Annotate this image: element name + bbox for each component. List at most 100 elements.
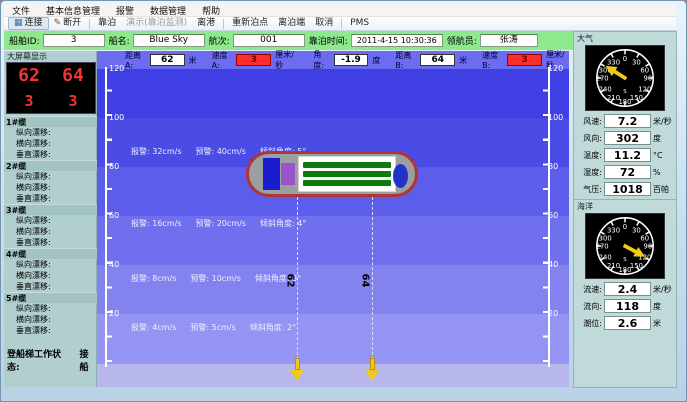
menu-data[interactable]: 数据管理 <box>142 4 194 17</box>
axis-tick: 100 <box>109 113 124 122</box>
pressure-row: 气压: 1018 百帕 <box>575 182 675 196</box>
sensor-arrow-b <box>370 358 375 370</box>
toolbar-separator <box>223 19 224 29</box>
svg-text:90: 90 <box>643 74 652 82</box>
berth-time-label: 靠泊时间: <box>309 34 348 47</box>
wind-compass-gauge: 0 30 60 90 120 150 180 210 240 270 300 3… <box>585 45 665 111</box>
wind-speed-label: 风速: <box>575 116 602 127</box>
axis-tick: 80 <box>548 162 558 171</box>
pms-button[interactable]: PMS <box>345 17 374 30</box>
measure-line-b <box>372 197 373 365</box>
speed-a-label: 速度A: <box>212 50 233 70</box>
dist-b-label: 距离B: <box>395 50 416 70</box>
unberth-end-button[interactable]: 离泊端 <box>273 17 310 30</box>
wind-dir-row: 风向: 302 度 <box>575 131 675 145</box>
measure-line-a <box>297 197 298 365</box>
hold-stripe <box>303 180 391 186</box>
mooring-group-4-header: 4#缆 <box>4 248 97 259</box>
led-distance-a: 62 <box>18 65 40 86</box>
big-display-title: 大屏幕显示 <box>4 51 96 61</box>
toolbar: ▦ 连接 ✎ 断开 靠泊 演示(靠泊监测) 离港 重新泊点 离泊端 取消 PMS <box>4 16 676 31</box>
temperature-label: 温度: <box>575 150 602 161</box>
disconnect-button[interactable]: ✎ 断开 <box>49 17 87 30</box>
svg-text:S: S <box>623 89 627 95</box>
svg-text:150: 150 <box>630 262 643 270</box>
temperature-row: 温度: 11.2 °C <box>575 148 675 162</box>
berth-time-input[interactable]: 2011-4-15 10:30:36 <box>351 34 443 47</box>
ship-info-bar: 船舶ID: 3 船名: Blue Sky 航次: 001 靠泊时间: 2011-… <box>4 31 576 50</box>
pilot-input[interactable]: 张涛 <box>480 34 538 47</box>
disconnect-label: 断开 <box>63 17 81 30</box>
svg-text:270: 270 <box>596 74 609 82</box>
svg-text:120: 120 <box>638 86 651 94</box>
menu-help[interactable]: 帮助 <box>194 4 228 17</box>
ship-name-label: 船名: <box>109 34 130 47</box>
dist-a-value: 62 <box>150 54 185 66</box>
dist-b-value: 64 <box>420 54 455 66</box>
sensor-arrow-a <box>295 358 300 370</box>
ship-bridge <box>263 158 280 190</box>
mooring-group-3-header: 3#缆 <box>4 204 97 215</box>
toolbar-separator <box>89 19 90 29</box>
axis-tick: 60 <box>109 211 119 220</box>
alarm-thresholds-row: 报警: 16cm/s 预警: 20cm/s 倾斜角度: 4° <box>131 218 306 229</box>
demo-monitor-button[interactable]: 演示(靠泊监测) <box>121 17 192 30</box>
cancel-button[interactable]: 取消 <box>310 17 338 30</box>
svg-text:60: 60 <box>640 235 649 243</box>
warn-value: 预警: 10cm/s <box>190 273 240 284</box>
speed-a-value: 3 <box>236 54 271 66</box>
axis-tick: 60 <box>548 211 558 220</box>
svg-text:180: 180 <box>618 266 631 274</box>
axis-tick: 120 <box>548 64 563 73</box>
mooring-group-5-header: 5#缆 <box>4 292 97 303</box>
warn-value: 预警: 5cm/s <box>190 322 235 333</box>
berth-button[interactable]: 靠泊 <box>93 17 121 30</box>
gangway-status-row: 登船梯工作状态: 接船 <box>4 347 97 373</box>
svg-text:S: S <box>623 257 627 263</box>
current-dir-row: 流向: 118 度 <box>575 299 675 313</box>
gangway-status-label: 登船梯工作状态: <box>7 347 72 373</box>
svg-text:0: 0 <box>623 55 627 63</box>
tide-level-row: 潮位: 2.6 米 <box>575 316 675 330</box>
drift-row: 纵向漂移: <box>4 259 97 270</box>
drift-row: 纵向漂移: <box>4 171 97 182</box>
hold-stripe <box>303 171 391 177</box>
menu-alarm[interactable]: 报警 <box>108 4 142 17</box>
alarm-value: 报警: 32cm/s <box>131 146 181 157</box>
humidity-value: 72 <box>604 165 651 179</box>
marker-b-label: 64 <box>359 274 370 288</box>
drift-row: 纵向漂移: <box>4 215 97 226</box>
ship-graphic <box>246 151 418 197</box>
marker-a-label: 62 <box>284 274 295 288</box>
axis-tick: 80 <box>109 162 119 171</box>
sensor-arrow-b-head <box>365 370 379 381</box>
chart-band <box>97 69 569 118</box>
ship-name-input[interactable]: Blue Sky <box>133 34 205 47</box>
reset-berth-point-button[interactable]: 重新泊点 <box>227 17 273 30</box>
drift-row: 横向漂移: <box>4 138 97 149</box>
pressure-unit: 百帕 <box>653 184 675 195</box>
toolbar-separator <box>341 19 342 29</box>
speed-a-unit: 厘米/秒 <box>275 49 298 71</box>
dist-b-unit: 米 <box>459 55 467 66</box>
wind-dir-unit: 度 <box>653 133 675 144</box>
warn-value: 预警: 40cm/s <box>195 146 245 157</box>
wind-speed-value: 7.2 <box>604 114 651 128</box>
ship-id-input[interactable]: 3 <box>43 34 105 47</box>
menu-basic-info[interactable]: 基本信息管理 <box>38 4 108 17</box>
drift-row: 横向漂移: <box>4 182 97 193</box>
dist-a-unit: 米 <box>189 55 197 66</box>
tide-level-value: 2.6 <box>604 316 651 330</box>
mooring-group-1-header: 1#缆 <box>4 116 97 127</box>
weather-section-title: 大气 <box>574 32 676 44</box>
alarm-thresholds-row: 报警: 4cm/s 预警: 5cm/s 倾斜角度: 2° <box>131 322 296 333</box>
voyage-input[interactable]: 001 <box>233 34 305 47</box>
drift-row: 垂直漂移: <box>4 149 97 160</box>
mooring-groups: 1#缆 纵向漂移: 横向漂移: 垂直漂移: 2#缆 纵向漂移: 横向漂移: 垂直… <box>4 116 97 336</box>
depart-button[interactable]: 离港 <box>192 17 220 30</box>
alarm-value: 报警: 4cm/s <box>131 322 176 333</box>
led-distance-b: 64 <box>62 65 84 86</box>
connect-button[interactable]: ▦ 连接 <box>8 17 49 30</box>
berthing-chart: 距离A: 62 米 速度A: 3 厘米/秒 角度: -1.9 度 距离B: 64… <box>97 51 569 387</box>
menu-file[interactable]: 文件 <box>4 4 38 17</box>
